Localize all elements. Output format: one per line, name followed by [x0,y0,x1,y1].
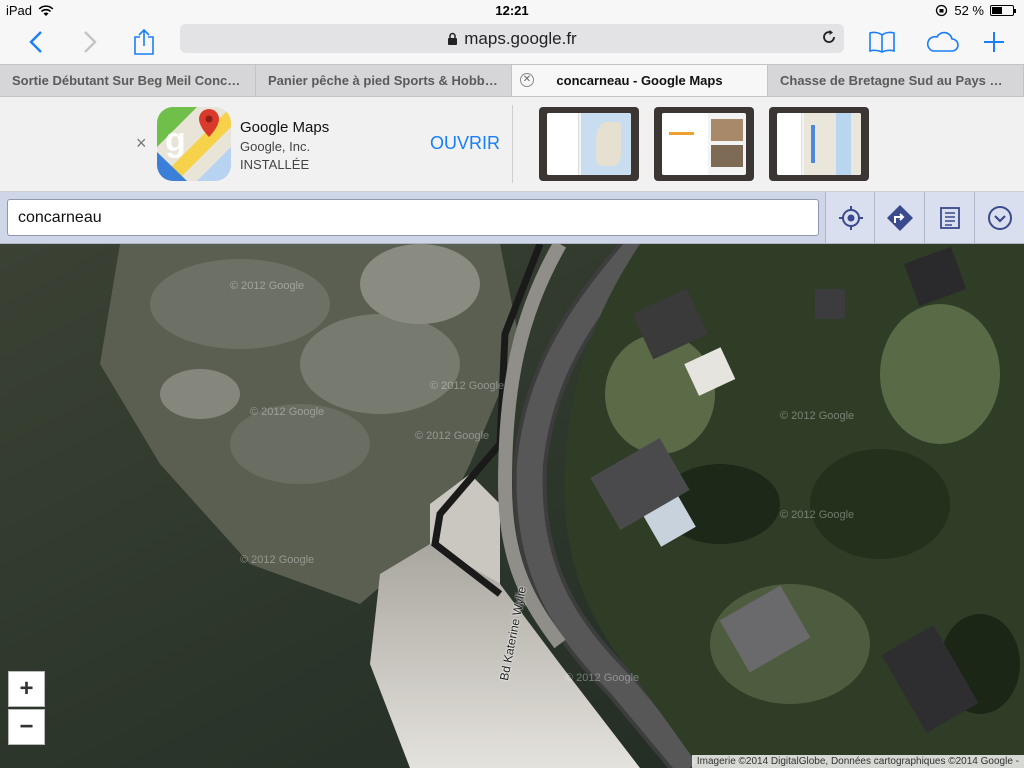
map-watermark: © 2012 Google [780,410,855,422]
tab-label: Panier pêche à pied Sports & Hobbies... [268,73,499,88]
icloud-tabs-button[interactable] [922,24,962,60]
map-watermark: © 2012 Google [230,280,305,292]
app-screenshot [539,107,639,181]
url-text: maps.google.fr [464,28,577,48]
zoom-out-button[interactable]: − [8,709,45,745]
divider [512,105,513,183]
new-tab-button[interactable] [976,24,1012,60]
forward-button[interactable] [72,24,108,60]
battery-percent: 52 % [954,3,984,18]
battery-level [992,7,1002,14]
tab-label: concarneau - Google Maps [556,73,723,88]
status-bar: iPad 12:21 52 % [0,0,1024,20]
plus-icon [984,32,1004,52]
cloud-icon [926,31,959,52]
close-tab-icon[interactable]: ✕ [520,73,534,87]
app-company: Google, Inc. [240,139,311,154]
app-status: INSTALLÉE [240,157,310,172]
svg-text:g: g [165,121,186,159]
map-watermark: © 2012 Google [250,406,325,418]
app-screenshot [769,107,869,181]
directions-icon [886,204,913,231]
satellite-imagery [0,244,1024,768]
tab-label: Sortie Débutant Sur Beg Meil Concarn... [12,73,243,88]
share-button[interactable] [126,24,162,60]
browser-toolbar: maps.google.fr [0,20,1024,64]
chevron-down-circle-icon [987,205,1012,230]
tab-bar: Sortie Débutant Sur Beg Meil Concarn... … [0,64,1024,97]
smart-app-banner: × g Google Maps Google, Inc. INSTALLÉE O… [0,97,1024,192]
book-icon [869,31,895,53]
options-dropdown-button[interactable] [974,192,1024,243]
google-maps-app-icon: g [157,107,231,181]
list-icon [939,206,960,229]
maps-search-bar [0,192,1024,244]
zoom-in-button[interactable]: + [8,671,45,707]
map-watermark: © 2012 Google [240,554,315,566]
open-app-button[interactable]: OUVRIR [430,133,500,154]
orientation-lock-icon [936,4,948,17]
app-name: Google Maps [240,119,330,136]
banner-close-button[interactable]: × [136,133,147,154]
map-attribution: Imagerie ©2014 DigitalGlobe, Données car… [691,755,1024,768]
maps-search-input[interactable] [7,199,819,236]
app-screenshot [654,107,754,181]
my-location-button[interactable] [825,192,875,243]
map-watermark: © 2012 Google [430,380,505,392]
location-target-icon [838,205,863,230]
reload-button[interactable] [820,28,838,51]
list-button[interactable] [924,192,974,243]
directions-button[interactable] [874,192,924,243]
url-bar[interactable]: maps.google.fr [180,24,844,53]
status-time: 12:21 [495,3,529,18]
tab-sortie-debutant[interactable]: Sortie Débutant Sur Beg Meil Concarn... [0,65,256,96]
share-icon [134,28,154,55]
satellite-map[interactable]: © 2012 Google © 2012 Google © 2012 Googl… [0,244,1024,768]
map-watermark: © 2012 Google [780,509,855,521]
tab-label: Chasse de Bretagne Sud au Pays Bas... [780,73,1011,88]
chevron-left-icon [29,31,42,53]
bookmarks-button[interactable] [864,24,900,60]
back-button[interactable] [18,24,54,60]
reload-icon [823,30,835,43]
map-watermark: © 2012 Google [565,672,640,684]
tab-panier-peche[interactable]: Panier pêche à pied Sports & Hobbies... [256,65,512,96]
battery-icon [990,5,1016,16]
tab-chasse-bretagne[interactable]: Chasse de Bretagne Sud au Pays Bas... [768,65,1024,96]
tab-concarneau-maps[interactable]: ✕ concarneau - Google Maps [512,65,768,96]
map-watermark: © 2012 Google [415,430,490,442]
lock-icon [448,32,458,45]
chevron-right-icon [84,31,97,53]
